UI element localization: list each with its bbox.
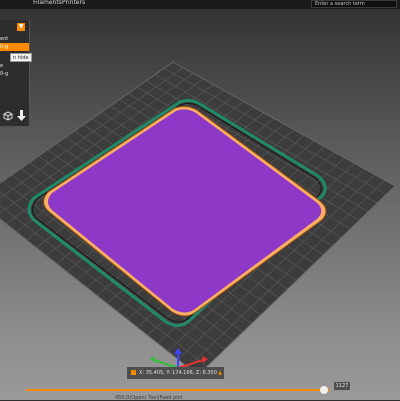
layer-slider-value: 1127 [334, 382, 350, 390]
left-settings-panel: ent 0-g e 0-g ▼ [0, 20, 30, 127]
chevron-up-icon[interactable]: ▲ [218, 367, 222, 379]
tooltip: n hide [10, 53, 32, 62]
chevron-down-icon[interactable]: ▼ [17, 23, 25, 31]
layer-slider-track[interactable] [26, 389, 330, 391]
download-icon[interactable] [17, 110, 26, 122]
view-legend-text: 450.0(Open) Tool/Feed plot [115, 395, 183, 401]
object-icon [131, 370, 136, 375]
panel-row[interactable]: ent [0, 35, 29, 43]
coordinates-text: X: 35.405, Y: 174.166, Z: 6.350 [139, 370, 217, 376]
3d-viewport[interactable] [0, 0, 400, 400]
panel-row[interactable]: e [0, 62, 29, 70]
coordinate-readout: X: 35.405, Y: 174.166, Z: 6.350 ▲ [127, 367, 224, 379]
panel-row[interactable]: 0-g [0, 70, 29, 78]
layer-slider-handle[interactable] [319, 386, 328, 394]
panel-row-selected[interactable]: 0-g [0, 43, 29, 51]
cube-icon[interactable] [3, 111, 13, 121]
